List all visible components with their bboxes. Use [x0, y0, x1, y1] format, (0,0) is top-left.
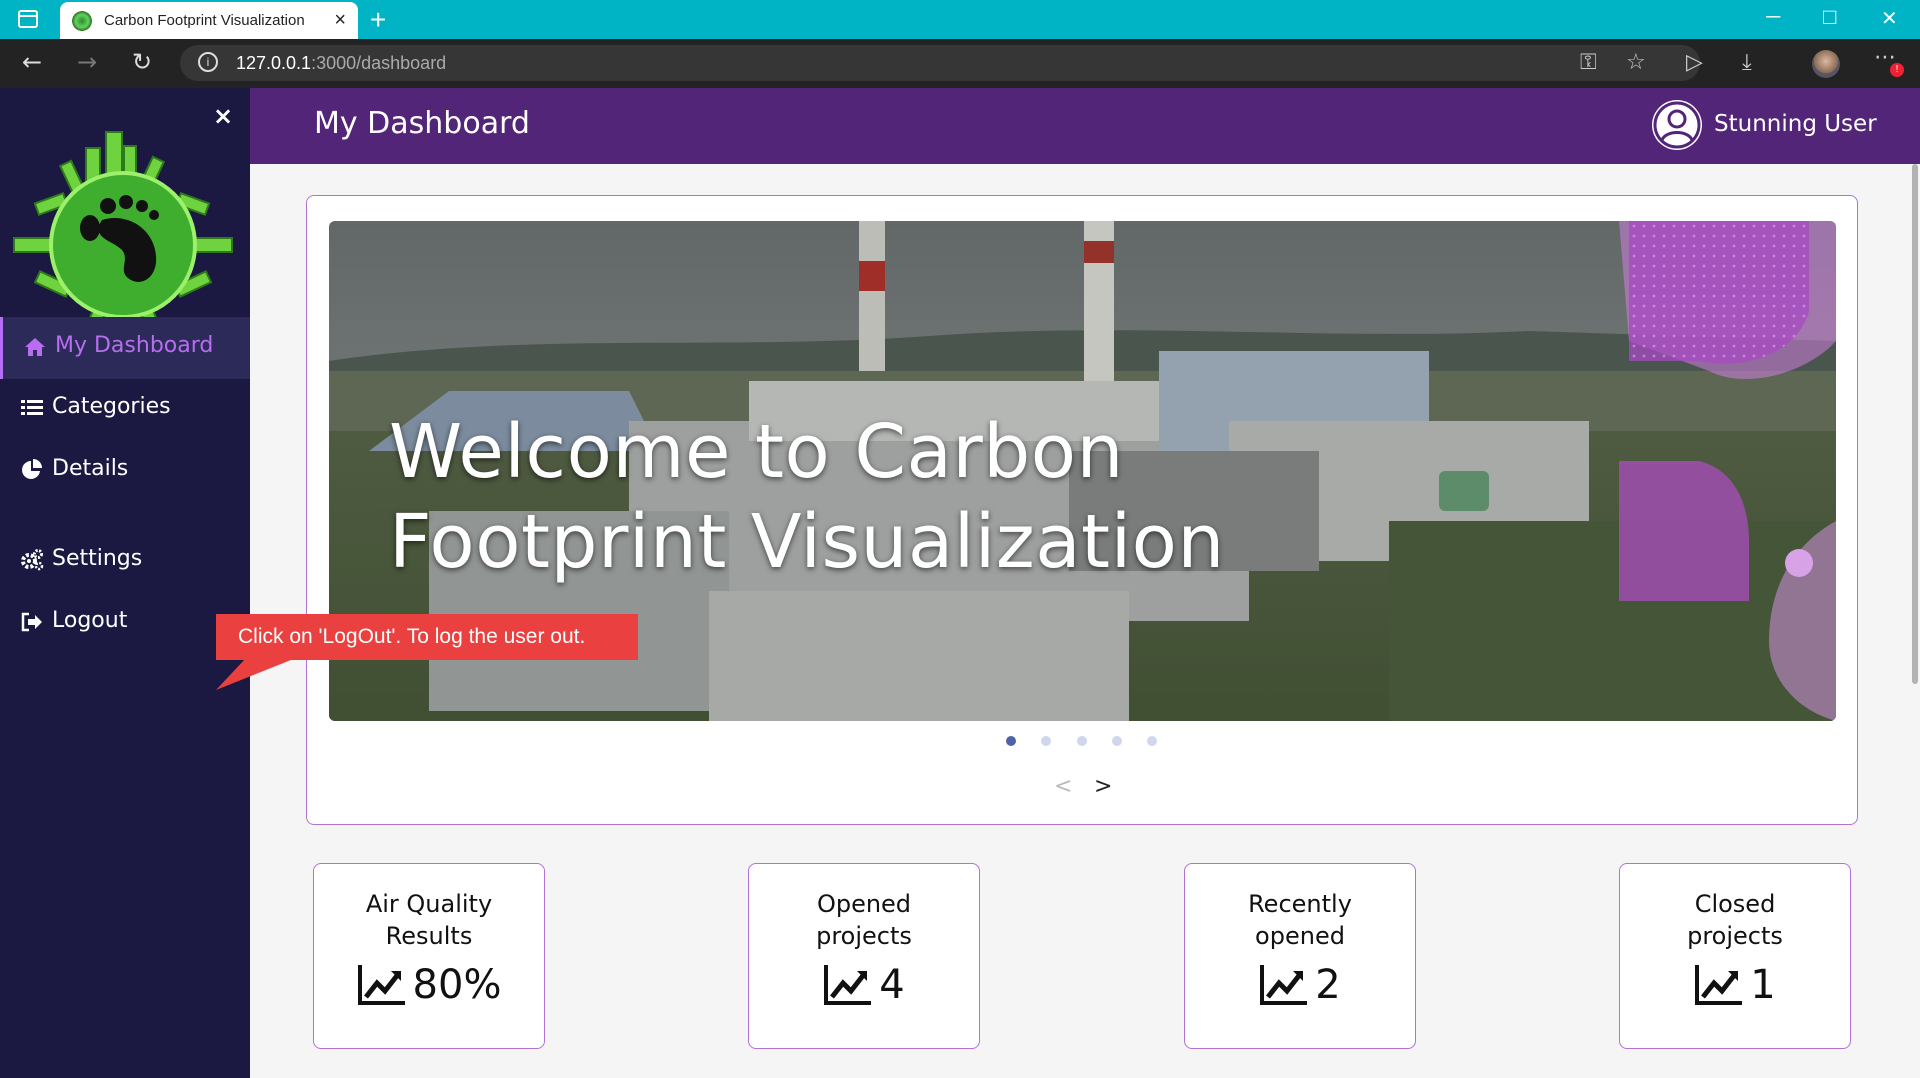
stat-label: Closed projects: [1687, 890, 1783, 950]
sidebar-item-settings[interactable]: Settings: [0, 530, 250, 592]
scrollbar[interactable]: [1912, 164, 1918, 684]
maximize-icon[interactable]: □: [1823, 4, 1836, 30]
url-field[interactable]: i 127.0.0.1:3000/dashboard: [180, 45, 1700, 81]
page-title: My Dashboard: [314, 106, 530, 141]
download-icon[interactable]: ⤓: [1742, 50, 1752, 75]
stat-value: 2: [1315, 962, 1341, 1008]
app-header: My Dashboard Stunning User: [250, 88, 1920, 164]
user-circle-icon: [1653, 101, 1701, 149]
site-info-icon[interactable]: i: [198, 52, 218, 72]
stat-value: 80%: [412, 962, 502, 1008]
line-chart-icon: [357, 965, 405, 1005]
carousel-dot[interactable]: [1006, 736, 1016, 746]
gears-icon: [21, 549, 44, 571]
stat-row: 80%: [314, 962, 544, 1008]
user-name[interactable]: Stunning User: [1714, 111, 1877, 137]
carousel-prev-button[interactable]: <: [1054, 774, 1072, 799]
sidebar-item-label: Details: [52, 456, 129, 481]
stat-row: 4: [749, 962, 979, 1008]
user-avatar[interactable]: [1652, 100, 1702, 150]
stat-label: Air Quality Results: [365, 890, 493, 950]
tutorial-callout: Click on 'LogOut'. To log the user out.: [216, 614, 638, 660]
stat-card-closed-projects[interactable]: Closed projects 1: [1619, 863, 1851, 1049]
list-icon: [21, 400, 43, 415]
stat-card-recently-opened[interactable]: Recently opened 2: [1184, 863, 1416, 1049]
line-chart-icon: [824, 965, 872, 1005]
sidebar-item-label: Logout: [52, 608, 128, 633]
sidebar-item-label: Categories: [52, 394, 171, 419]
tab-close-icon[interactable]: ×: [334, 9, 346, 32]
stat-label: Recently opened: [1248, 890, 1352, 950]
carousel-next-button[interactable]: >: [1094, 774, 1112, 799]
stat-value: 4: [879, 962, 905, 1008]
sidebar-item-details[interactable]: Details: [0, 440, 250, 502]
back-icon[interactable]: ←: [22, 48, 42, 76]
line-chart-icon: [1695, 965, 1743, 1005]
sidebar-item-categories[interactable]: Categories: [0, 378, 250, 440]
stat-row: 1: [1620, 962, 1850, 1008]
new-tab-button[interactable]: +: [370, 4, 386, 36]
carousel-dot[interactable]: [1147, 736, 1157, 746]
browser-tab[interactable]: Carbon Footprint Visualization ×: [60, 2, 358, 39]
line-chart-icon: [1260, 965, 1308, 1005]
carousel-dot[interactable]: [1112, 736, 1122, 746]
sidebar-item-logout[interactable]: Logout: [0, 592, 250, 654]
stat-card-air-quality[interactable]: Air Quality Results 80%: [313, 863, 545, 1049]
sidebar-item-label: Settings: [52, 546, 143, 571]
carousel-dot[interactable]: [1041, 736, 1051, 746]
tab-title: Carbon Footprint Visualization: [104, 12, 305, 29]
favorite-star-icon[interactable]: ☆: [1626, 50, 1646, 75]
stat-card-opened-projects[interactable]: Opened projects 4: [748, 863, 980, 1049]
sidebar-item-label: My Dashboard: [55, 333, 214, 358]
browser-tab-bar: Carbon Footprint Visualization × + ─ □ ✕: [0, 0, 1920, 39]
sidebar-item-my-dashboard[interactable]: My Dashboard: [0, 317, 250, 379]
notification-badge: !: [1890, 63, 1904, 77]
stat-value: 1: [1750, 962, 1776, 1008]
callout-pointer: [216, 658, 296, 690]
home-icon: [25, 338, 45, 356]
pie-chart-icon: [22, 459, 42, 479]
forward-icon[interactable]: →: [77, 48, 97, 76]
sidebar-toggle-icon[interactable]: [18, 10, 38, 28]
stat-label: Opened projects: [816, 890, 912, 950]
key-icon[interactable]: ⚿: [1580, 50, 1597, 75]
callout-text: Click on 'LogOut'. To log the user out.: [238, 625, 586, 648]
carousel-dot[interactable]: [1077, 736, 1087, 746]
stat-row: 2: [1185, 962, 1415, 1008]
media-play-icon[interactable]: ▷: [1686, 50, 1703, 75]
url-text: 127.0.0.1:3000/dashboard: [236, 53, 447, 73]
minimize-icon[interactable]: ─: [1766, 6, 1780, 29]
carousel-title: Welcome to Carbon Footprint Visualizatio…: [389, 409, 1225, 585]
favicon-icon: [72, 11, 92, 31]
address-bar-row: ← → ↻ i 127.0.0.1:3000/dashboard ⚿ ☆ ▷ ⤓…: [0, 39, 1920, 88]
refresh-icon[interactable]: ↻: [132, 48, 152, 76]
sign-out-icon: [21, 612, 42, 632]
profile-avatar[interactable]: [1812, 50, 1840, 78]
close-window-icon[interactable]: ✕: [1881, 6, 1898, 31]
sidebar: × My Dashboard Categories Details Settin…: [0, 88, 250, 1078]
sidebar-close-icon[interactable]: ×: [213, 102, 233, 130]
